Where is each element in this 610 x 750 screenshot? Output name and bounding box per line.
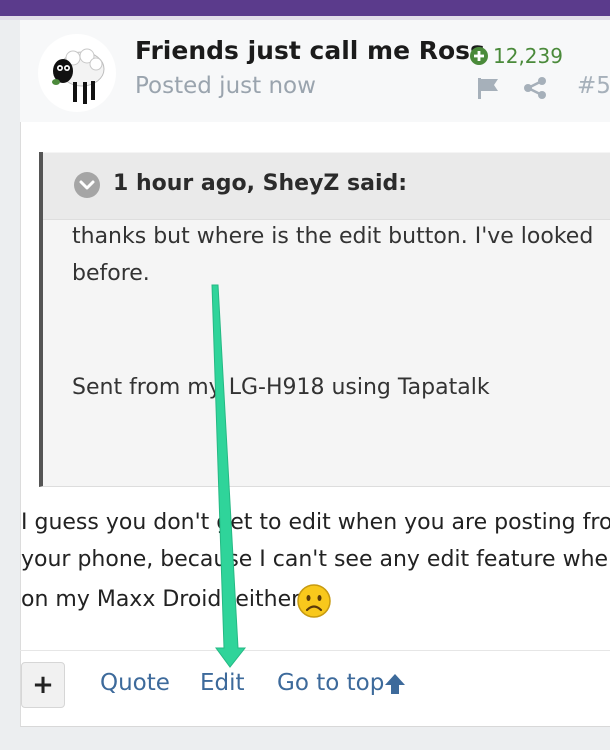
top-navigation-bar [0,0,610,16]
plus-circle-icon [470,47,488,65]
worried-face-icon [297,584,331,618]
flag-icon[interactable] [476,76,500,100]
footer-divider [20,650,610,651]
author-name[interactable]: Friends just call me Ross [135,36,485,65]
reputation-count: 12,239 [493,44,563,68]
quote-line: before. [72,261,150,286]
chevron-down-icon[interactable] [74,172,100,198]
post-number-link[interactable]: #55 [577,73,610,99]
edit-button[interactable]: Edit [200,670,245,696]
avatar[interactable] [38,34,116,112]
quote-citation[interactable]: 1 hour ago, SheyZ said: [113,171,407,196]
post-body-line: I guess you don't get to edit when you a… [21,510,610,535]
quote-button[interactable]: Quote [100,670,170,696]
post-timestamp[interactable]: Posted just now [135,73,316,99]
share-icon[interactable] [523,76,547,100]
arrow-up-icon[interactable] [384,672,406,696]
reputation-badge: 12,239 [470,44,563,68]
quote-line: Sent from my LG-H918 using Tapatalk [72,375,490,400]
go-to-top-link[interactable]: Go to top [277,670,384,696]
quote-line: thanks but where is the edit button. I'v… [72,224,594,249]
multiquote-button[interactable]: + [21,662,65,708]
post-body-line: your phone, because I can't see any edit… [21,547,610,572]
post-body-line: on my Maxx Droid, either. [21,587,306,612]
